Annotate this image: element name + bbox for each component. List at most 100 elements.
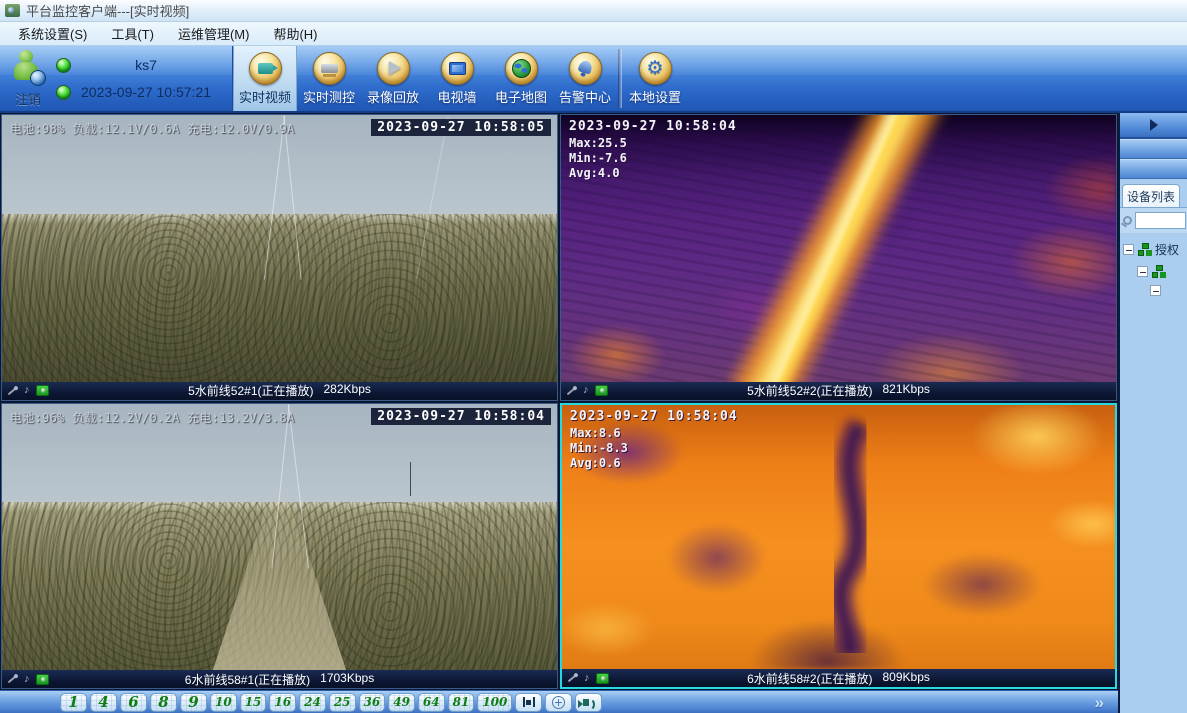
menu-help[interactable]: 帮助(H) [261,21,329,46]
audio-note-icon[interactable]: ♪ [584,673,590,684]
video-caption-bar: ♪ 5水前线52#1(正在播放) 282Kbps [2,382,557,400]
talk-icon[interactable] [8,386,18,395]
user-info: ks7 2023-09-27 10:57:21 [81,57,211,100]
camera-record-icon[interactable] [36,674,49,685]
tree-node-label: 授权 [1155,241,1179,258]
layout-button-4[interactable]: 4 [90,693,117,712]
channel-title: 5水前线52#1(正在播放) [188,382,313,399]
menu-system-settings[interactable]: 系统设置(S) [6,21,99,46]
device-search-input[interactable] [1135,212,1186,229]
layout-button-25[interactable]: 25 [329,693,356,712]
add-view-button[interactable] [545,693,572,712]
sidebar-toolbar-strip-2[interactable] [1120,159,1187,179]
talk-icon[interactable] [568,674,578,683]
layout-button-100[interactable]: 100 [477,693,512,712]
menu-bar: 系统设置(S) 工具(T) 运维管理(M) 帮助(H) [0,22,1187,46]
tab-device-list[interactable]: 设备列表 [1122,184,1180,207]
menu-ops-management[interactable]: 运维管理(M) [166,21,262,46]
logout-label: 注销 [15,89,41,108]
video-panel-1[interactable]: 电池:98% 负载:12.1V/0.6A 充电:12.0V/0.9A 2023-… [1,114,558,401]
talk-icon[interactable] [567,386,577,395]
username-text: ks7 [135,57,157,73]
tree-node-child[interactable] [1123,265,1187,278]
layout-button-6[interactable]: 6 [120,693,147,712]
video-panel-3[interactable]: 电池:96% 负载:12.2V/0.2A 充电:13.2V/3.8A 2023-… [1,403,558,690]
toolbar-button-label: 告警中心 [559,87,611,106]
toolbar-button-tv-wall[interactable]: 电视墙 [425,46,489,111]
layout-button-15[interactable]: 15 [240,693,267,712]
device-sidebar: 设备列表 授权 [1118,113,1187,713]
toolbar-button-emap[interactable]: 电子地图 [489,46,553,111]
layout-button-24[interactable]: 24 [299,693,326,712]
tree-collapse-box[interactable] [1123,244,1134,255]
video-panel-4[interactable]: 2023-09-27 10:58:04 Max:8.6 Min:-8.3 Avg… [560,403,1117,690]
layout-button-81[interactable]: 81 [448,693,475,712]
osd-timestamp: 2023-09-27 10:58:04 [570,409,738,424]
video-feed-3[interactable]: 电池:96% 负载:12.2V/0.2A 充电:13.2V/3.8A 2023-… [2,404,557,671]
osd-max: Max:25.5 [569,136,737,151]
title-bar: 平台监控客户端---[实时视频] [0,0,1187,22]
toolbar-separator [618,49,622,108]
camera-record-icon[interactable] [36,385,49,396]
toolbar-button-live-video[interactable]: 实时视频 [233,46,297,111]
emap-icon [505,52,538,85]
status-led-green-1 [56,58,71,73]
layout-button-64[interactable]: 64 [418,693,445,712]
toolbar-button-playback[interactable]: 录像回放 [361,46,425,111]
video-panel-2[interactable]: 2023-09-27 10:58:04 Max:25.5 Min:-7.6 Av… [560,114,1117,401]
video-caption-bar: ♪ 5水前线52#2(正在播放) 821Kbps [561,382,1116,400]
scene-pole [410,462,411,496]
tv-wall-icon [441,52,474,85]
tree-node-root[interactable]: 授权 [1123,241,1187,258]
tree-collapse-box[interactable] [1150,285,1161,296]
layout-button-9[interactable]: 9 [180,693,207,712]
video-feed-2[interactable]: 2023-09-27 10:58:04 Max:25.5 Min:-7.6 Av… [561,115,1116,382]
video-feed-4[interactable]: 2023-09-27 10:58:04 Max:8.6 Min:-8.3 Avg… [562,405,1115,670]
plus-icon [552,696,565,709]
osd-avg: Avg:4.0 [569,166,737,181]
fullscreen-button[interactable] [515,693,542,712]
channel-title: 6水前线58#2(正在播放) [747,670,872,687]
sidebar-search-row [1120,207,1187,233]
layout-button-10[interactable]: 10 [210,693,237,712]
toolbar-button-alarm-center[interactable]: 告警中心 [553,46,617,111]
sidebar-collapse-button[interactable] [1120,113,1187,139]
toolbar-button-label: 电视墙 [437,87,476,106]
video-feed-1[interactable]: 电池:98% 负载:12.1V/0.6A 充电:12.0V/0.9A 2023-… [2,115,557,382]
audio-note-icon[interactable]: ♪ [24,674,30,685]
tree-collapse-box[interactable] [1137,266,1148,277]
camera-record-icon[interactable] [596,673,609,684]
audio-note-icon[interactable]: ♪ [583,385,589,396]
video-caption-bar: ♪ 6水前线58#1(正在播放) 1703Kbps [2,670,557,688]
layout-button-49[interactable]: 49 [388,693,415,712]
speaker-icon [583,699,589,706]
user-section: 注销 ks7 2023-09-27 10:57:21 [0,46,233,111]
audio-note-icon[interactable]: ♪ [24,385,30,396]
sidebar-toolbar-strip-1[interactable] [1120,139,1187,159]
layout-button-8[interactable]: 8 [150,693,177,712]
device-group-icon [1137,243,1152,256]
app-window: 平台监控客户端---[实时视频] 系统设置(S) 工具(T) 运维管理(M) 帮… [0,0,1187,713]
toolbar-button-live-telemetry[interactable]: 实时测控 [297,46,361,111]
login-time-text: 2023-09-27 10:57:21 [81,84,211,100]
osd-battery-text: 电池:98% 负载:12.1V/0.6A 充电:12.0V/0.9A [10,120,295,137]
more-tools-chevron[interactable]: » [1095,694,1104,711]
menu-tools[interactable]: 工具(T) [99,21,166,46]
logout-button[interactable]: 注销 [10,50,46,108]
layout-button-1[interactable]: 1 [60,693,87,712]
osd-timestamp: 2023-09-27 10:58:05 [371,119,551,136]
toolbar-button-label: 实时测控 [303,87,355,106]
osd-thermal-stats: 2023-09-27 10:58:04 Max:25.5 Min:-7.6 Av… [569,119,737,181]
bitrate-text: 282Kbps [324,382,371,399]
talk-icon[interactable] [8,675,18,684]
toolbar-button-local-settings[interactable]: ⚙ 本地设置 [623,46,687,111]
camera-record-icon[interactable] [595,385,608,396]
toolbar-button-label: 电子地图 [495,87,547,106]
layout-button-16[interactable]: 16 [269,693,296,712]
bitrate-text: 809Kbps [883,670,930,687]
tree-node-grandchild[interactable] [1123,285,1187,296]
fullscreen-icon [523,697,535,707]
layout-button-36[interactable]: 36 [359,693,386,712]
layout-toolbar: 1 4 6 8 9 10 15 16 24 25 36 49 64 81 100… [0,690,1118,713]
volume-button[interactable] [575,693,602,712]
